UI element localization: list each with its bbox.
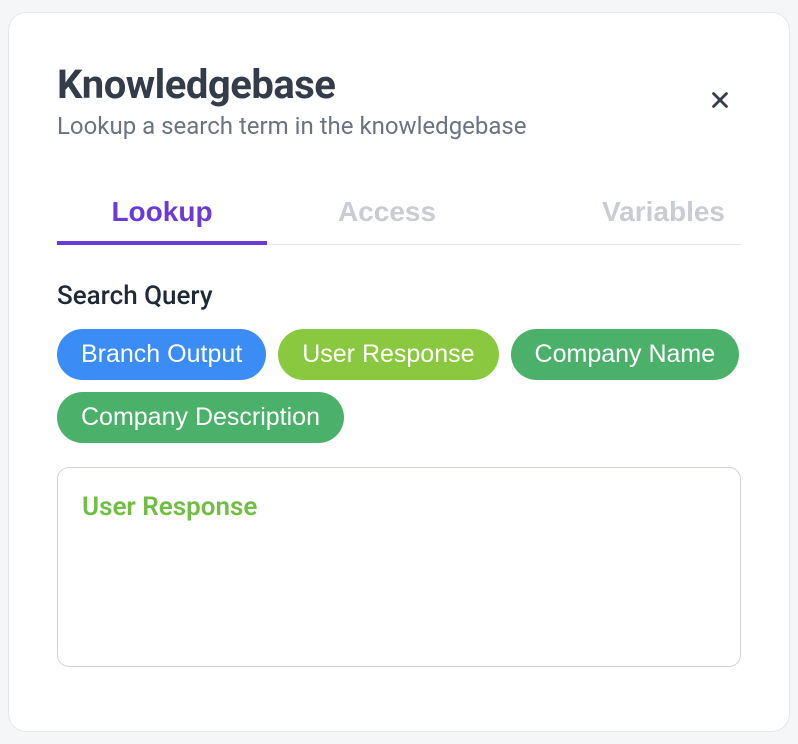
tab-access[interactable]: Access [267,180,477,244]
query-token-user-response: User Response [82,492,257,522]
tab-lookup[interactable]: Lookup [57,180,267,244]
close-icon [707,87,733,113]
knowledgebase-panel: Knowledgebase Lookup a search term in th… [8,12,790,732]
panel-header: Knowledgebase Lookup a search term in th… [57,61,741,140]
chip-user-response[interactable]: User Response [278,329,498,380]
search-query-label: Search Query [57,281,741,311]
chip-branch-output[interactable]: Branch Output [57,329,266,380]
variable-chips: Branch Output User Response Company Name… [57,329,741,443]
title-block: Knowledgebase Lookup a search term in th… [57,61,699,140]
close-button[interactable] [699,79,741,121]
tabs: Lookup Access Variables [57,180,741,245]
panel-title: Knowledgebase [57,61,699,108]
chip-company-name[interactable]: Company Name [511,329,740,380]
panel-subtitle: Lookup a search term in the knowledgebas… [57,112,699,140]
tab-variables[interactable]: Variables [477,180,741,244]
chip-company-description[interactable]: Company Description [57,392,344,443]
search-query-input[interactable]: User Response [57,467,741,667]
